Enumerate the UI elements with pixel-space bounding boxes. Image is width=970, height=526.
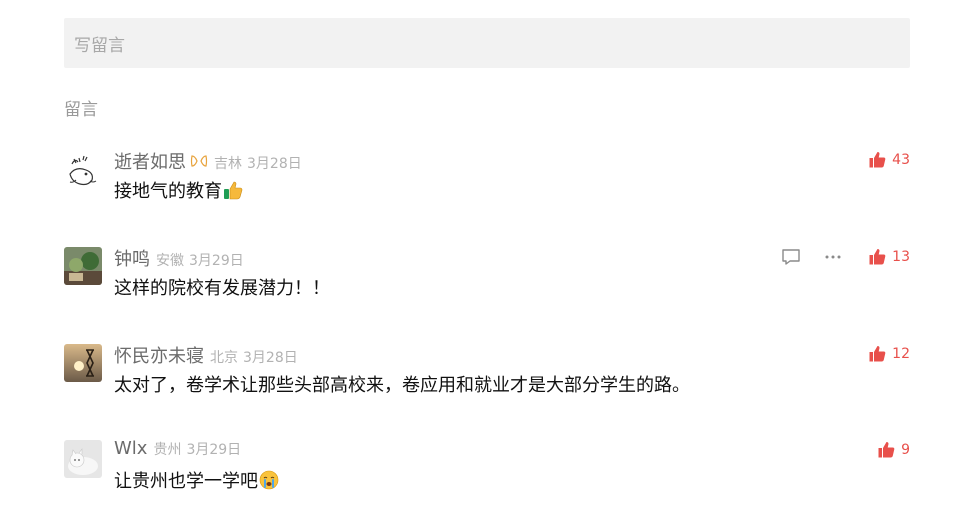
like-button[interactable]: 12 bbox=[869, 345, 910, 362]
comment-date: 3月28日 bbox=[247, 156, 302, 172]
comment-actions bbox=[781, 248, 843, 266]
comment-nickname: 逝者如思 bbox=[114, 152, 186, 173]
like-button[interactable]: 13 bbox=[869, 248, 910, 265]
comment-text: 让贵州也学一学吧 bbox=[114, 467, 279, 493]
comment-item: 钟鸣 安徽 3月29日 这样的院校有发展潜力！！ 13 bbox=[64, 245, 910, 305]
thumbs-up-icon bbox=[869, 346, 886, 362]
comment-nickname: 钟鸣 bbox=[114, 249, 150, 270]
like-button[interactable]: 9 bbox=[878, 441, 910, 458]
avatar[interactable] bbox=[64, 344, 102, 382]
comment-item: Wlx 贵州 3月29日 让贵州也学一学吧 9 bbox=[64, 438, 910, 498]
comment-nickname: 怀民亦未寝 bbox=[114, 346, 204, 367]
comment-nickname: Wlx bbox=[114, 438, 148, 459]
write-comment-input[interactable]: 写留言 bbox=[64, 18, 910, 68]
reply-icon[interactable] bbox=[781, 248, 801, 266]
comment-location: 安徽 bbox=[156, 253, 184, 269]
like-button[interactable]: 43 bbox=[869, 151, 910, 168]
more-icon[interactable] bbox=[823, 248, 843, 266]
comment-text: 这样的院校有发展潜力！！ bbox=[114, 278, 330, 299]
avatar[interactable] bbox=[64, 440, 102, 478]
crying-face-emoji bbox=[259, 470, 279, 490]
comments-section-title: 留言 bbox=[64, 100, 98, 120]
comment-item: 怀民亦未寝 北京 3月28日 太对了，卷学术让那些头部高校来，卷应用和就业才是大… bbox=[64, 342, 910, 402]
plant-photo-avatar-icon bbox=[64, 247, 102, 285]
sketch-avatar-icon bbox=[64, 150, 102, 188]
like-count: 13 bbox=[892, 248, 910, 265]
comment-date: 3月28日 bbox=[243, 350, 298, 366]
comment-location: 吉林 bbox=[214, 156, 242, 172]
like-count: 12 bbox=[892, 345, 910, 362]
heart-badge-icon bbox=[190, 155, 208, 167]
thumbs-up-icon bbox=[878, 442, 895, 458]
thumbs-up-emoji bbox=[224, 181, 243, 200]
comment-date: 3月29日 bbox=[186, 442, 242, 458]
like-count: 9 bbox=[901, 441, 910, 458]
avatar[interactable] bbox=[64, 150, 102, 188]
like-count: 43 bbox=[892, 151, 910, 168]
comment-text: 接地气的教育 bbox=[114, 177, 243, 203]
comment-item: 逝者如思 吉林 3月28日 接地气的教育 43 bbox=[64, 148, 910, 208]
comment-date: 3月29日 bbox=[189, 253, 244, 269]
comment-location: 北京 bbox=[210, 350, 238, 366]
write-comment-placeholder: 写留言 bbox=[74, 35, 125, 56]
thumbs-up-icon bbox=[869, 249, 886, 265]
avatar[interactable] bbox=[64, 247, 102, 285]
thumbs-up-icon bbox=[869, 152, 886, 168]
comment-location: 贵州 bbox=[153, 442, 182, 458]
comment-text: 太对了，卷学术让那些头部高校来，卷应用和就业才是大部分学生的路。 bbox=[114, 375, 690, 396]
comment-text-content: 让贵州也学一学吧 bbox=[114, 471, 258, 492]
hourglass-sunset-avatar-icon bbox=[64, 344, 102, 382]
cat-photo-avatar-icon bbox=[64, 440, 102, 478]
comment-text-content: 接地气的教育 bbox=[114, 181, 222, 202]
